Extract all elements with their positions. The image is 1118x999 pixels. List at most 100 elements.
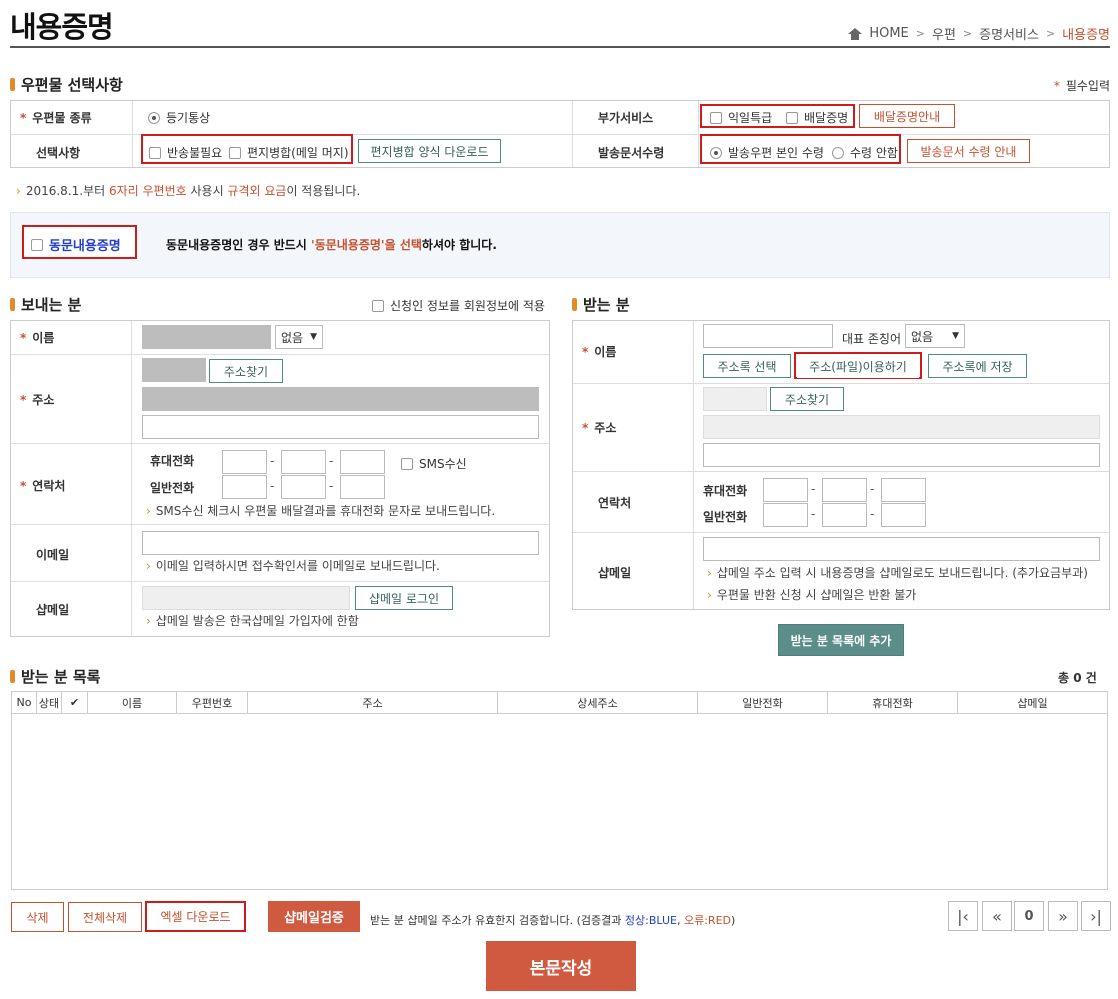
sender-mobile-2-input[interactable] <box>281 450 326 474</box>
receiver-address-detail-input[interactable] <box>703 443 1100 467</box>
receiver-address-input[interactable] <box>703 415 1100 439</box>
sender-shopmail-input[interactable] <box>142 586 350 610</box>
addressbook-save-button[interactable]: 주소록에 저장 <box>928 354 1027 378</box>
sender-contact-label: * 연락처 <box>20 479 66 493</box>
receipt-self-radio[interactable]: 발송우편 본인 수령 <box>710 144 824 161</box>
sender-zipcode-input[interactable] <box>142 358 206 382</box>
sender-phone-2-input[interactable] <box>281 475 326 499</box>
mail-type-option[interactable]: 등기통상 <box>148 109 210 126</box>
receiver-phone-3-input[interactable] <box>881 503 926 527</box>
breadcrumb-cert[interactable]: 증명서비스 <box>979 24 1039 43</box>
chevron-right-icon: > <box>1045 27 1056 40</box>
sms-note: › SMS수신 체크시 우편물 배달결과를 휴대전화 문자로 보내드립니다. <box>146 504 496 518</box>
checkbox-icon <box>229 146 241 159</box>
delete-button[interactable]: 삭제 <box>11 902 64 932</box>
col-select-all[interactable]: ✔ <box>61 691 88 714</box>
sender-address-label: * 주소 <box>20 393 55 407</box>
sender-name-input[interactable] <box>142 325 271 349</box>
sender-title-select[interactable]: 없음 ▼ <box>275 325 323 349</box>
receiver-list-table: No 상태 ✔ 이름 우편번호 주소 상세주소 일반전화 휴대전화 샵메일 <box>11 691 1108 714</box>
breadcrumb-post[interactable]: 우편 <box>932 24 956 43</box>
sender-phone-label: 일반전화 <box>150 481 195 495</box>
sender-address-search-button[interactable]: 주소찾기 <box>209 359 283 383</box>
add-receiver-button[interactable]: 받는 분 목록에 추가 <box>778 624 904 656</box>
prev-page-icon[interactable]: « <box>982 901 1012 931</box>
sender-address-input[interactable] <box>142 387 539 411</box>
caret-down-icon: ▼ <box>310 332 317 342</box>
sms-checkbox[interactable]: SMS수신 <box>401 455 467 472</box>
delete-all-button[interactable]: 전체삭제 <box>68 902 142 932</box>
delivery-proof-checkbox[interactable]: 배달증명 <box>786 109 848 126</box>
checkbox-icon <box>149 146 161 159</box>
col-address-detail: 상세주소 <box>497 691 698 714</box>
verify-note: 받는 분 샵메일 주소가 유효한지 검증합니다. (검증결과 정상:BLUE, … <box>370 914 736 927</box>
receiver-list-heading: 받는 분 목록 <box>10 666 100 687</box>
sender-mobile-1-input[interactable] <box>222 450 267 474</box>
col-mobile: 휴대전화 <box>827 691 958 714</box>
address-file-button[interactable]: 주소(파일)이용하기 <box>797 354 919 378</box>
sender-mobile-3-input[interactable] <box>340 450 385 474</box>
sender-address-detail-input[interactable] <box>142 415 539 439</box>
last-page-icon[interactable]: ›| <box>1081 901 1111 931</box>
radio-selected-icon <box>710 146 722 159</box>
shopmail-login-button[interactable]: 샵메일 로그인 <box>355 586 453 610</box>
receiver-phone-1-input[interactable] <box>763 503 808 527</box>
same-content-checkbox[interactable]: 동문내용증명 <box>31 235 121 254</box>
sender-email-label: 이메일 <box>36 548 70 562</box>
section-bullet-icon <box>572 298 577 311</box>
receiver-total-count: 총 0 건 <box>1058 671 1097 685</box>
arrow-icon: › <box>707 566 712 580</box>
receiver-address-search-button[interactable]: 주소찾기 <box>770 387 844 411</box>
caret-down-icon: ▼ <box>952 331 959 341</box>
arrow-icon: › <box>16 184 21 198</box>
receiver-shopmail-note-1: › 샵메일 주소 입력 시 내용증명을 샵메일로도 보내드립니다. (추가요금부과… <box>707 566 1088 580</box>
shopmail-verify-button[interactable]: 샵메일검증 <box>268 901 360 932</box>
receiver-mobile-2-input[interactable] <box>822 478 867 502</box>
checkbox-icon <box>710 111 722 124</box>
sender-name-label: * 이름 <box>20 331 55 345</box>
section-bullet-icon <box>10 298 15 311</box>
no-return-checkbox[interactable]: 반송불필요 <box>149 144 222 161</box>
write-body-button[interactable]: 본문작성 <box>486 941 636 991</box>
receiver-shopmail-label: 샵메일 <box>598 566 632 580</box>
arrow-icon: › <box>146 559 151 573</box>
receiver-contact-label: 연락처 <box>598 496 632 510</box>
receiver-mobile-3-input[interactable] <box>881 478 926 502</box>
breadcrumb-current: 내용증명 <box>1062 28 1110 43</box>
honorific-select[interactable]: 없음 ▼ <box>905 324 965 348</box>
receipt-guide-button[interactable]: 발송문서 수령 안내 <box>907 139 1030 163</box>
radio-icon <box>832 146 844 159</box>
receiver-zipcode-input[interactable] <box>703 387 767 411</box>
receiver-address-label: * 주소 <box>582 421 617 435</box>
section-bullet-icon <box>10 78 15 91</box>
delivery-proof-guide-button[interactable]: 배달증명안내 <box>859 104 955 128</box>
breadcrumb-home[interactable]: HOME <box>869 26 908 41</box>
receiver-shopmail-input[interactable] <box>703 537 1100 561</box>
excel-download-button[interactable]: 엑셀 다운로드 <box>148 903 243 929</box>
checkbox-icon <box>372 299 384 312</box>
check-mark-icon: ✔ <box>69 696 80 709</box>
sender-heading: 보내는 분 <box>10 294 81 315</box>
sender-email-input[interactable] <box>142 531 539 555</box>
radio-selected-icon <box>148 111 160 124</box>
receiver-mobile-1-input[interactable] <box>763 478 808 502</box>
chevron-right-icon: > <box>962 27 973 40</box>
first-page-icon[interactable]: |‹ <box>948 901 978 931</box>
next-page-icon[interactable]: » <box>1048 901 1078 931</box>
addressbook-select-button[interactable]: 주소록 선택 <box>703 354 791 378</box>
arrow-icon: › <box>146 614 151 628</box>
email-note: › 이메일 입력하시면 접수확인서를 이메일로 보내드립니다. <box>146 559 440 573</box>
sender-phone-3-input[interactable] <box>340 475 385 499</box>
apply-member-info-checkbox[interactable]: 신청인 정보를 회원정보에 적용 <box>372 297 545 314</box>
checkbox-icon <box>31 238 43 251</box>
arrow-icon: › <box>707 588 712 602</box>
sender-phone-1-input[interactable] <box>222 475 267 499</box>
receiver-phone-2-input[interactable] <box>822 503 867 527</box>
receipt-none-radio[interactable]: 수령 안함 <box>832 144 898 161</box>
receiver-name-input[interactable] <box>703 324 833 348</box>
receiver-list-body[interactable] <box>11 714 1108 890</box>
col-address: 주소 <box>247 691 498 714</box>
next-day-express-checkbox[interactable]: 익일특급 <box>710 109 772 126</box>
letter-merge-checkbox[interactable]: 편지병합(메일 머지) <box>229 144 349 161</box>
merge-form-download-button[interactable]: 편지병합 양식 다운로드 <box>358 139 501 163</box>
